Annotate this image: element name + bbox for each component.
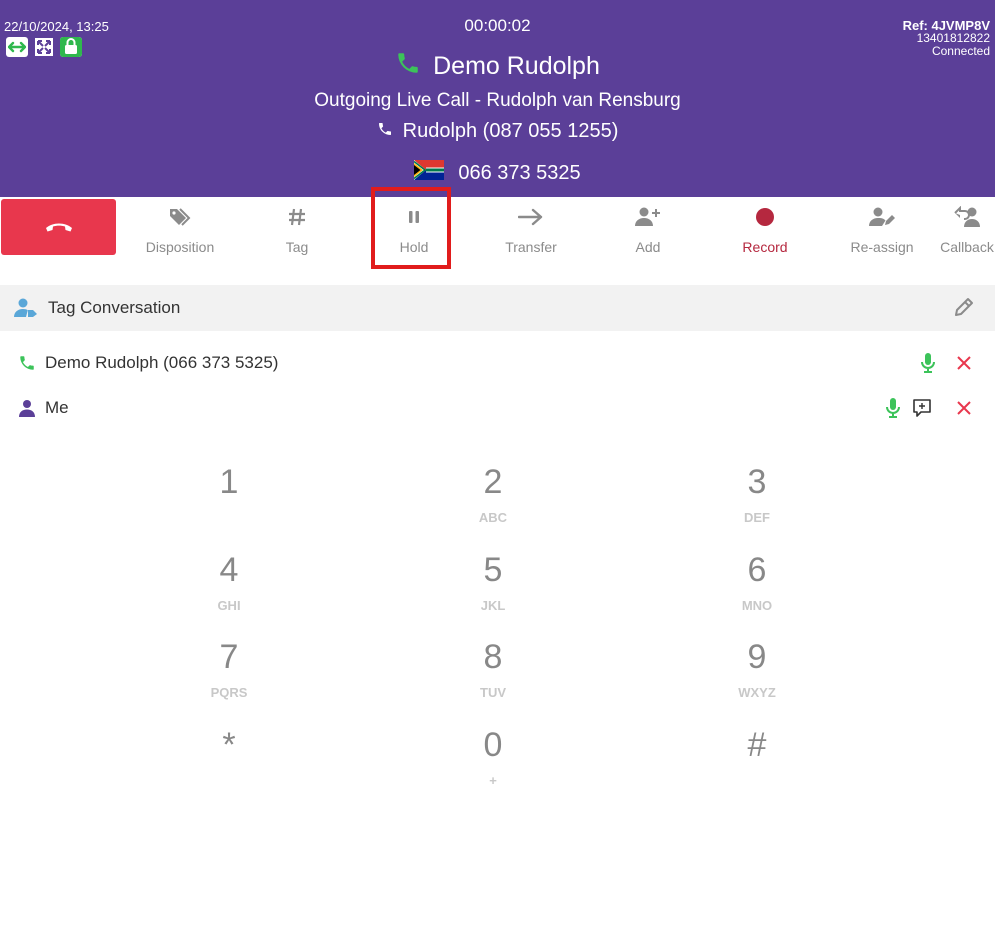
participant-name: Me [45, 398, 69, 417]
reassign-label: Re-assign [850, 239, 914, 255]
user-edit-icon [869, 205, 895, 229]
dialpad-key-4[interactable]: 4 GHI [97, 550, 361, 630]
hangup-button[interactable] [1, 199, 116, 255]
key-letters: PQRS [210, 685, 248, 700]
contact-name: Demo Rudolph [433, 52, 600, 80]
key-digit: 2 [483, 463, 503, 501]
phone-icon [377, 120, 393, 143]
key-letters: WXYZ [738, 685, 776, 700]
participant-name: Demo Rudolph (066 373 5325) [45, 353, 279, 372]
user-icon [17, 399, 37, 417]
whisper-icon[interactable] [911, 397, 933, 419]
outbound-line: Rudolph (087 055 1255) [0, 120, 995, 143]
south-africa-flag-icon [413, 160, 445, 186]
tag-label: Tag [285, 239, 309, 255]
call-description: Outgoing Live Call - Rudolph van Rensbur… [314, 90, 681, 111]
hold-label: Hold [399, 239, 429, 255]
pause-icon [407, 205, 421, 229]
key-digit: 6 [747, 551, 767, 589]
call-timer: 00:00:02 [464, 16, 531, 35]
key-digit: 1 [219, 463, 239, 501]
key-letters: DEF [744, 510, 770, 525]
participant-row: Me [0, 393, 995, 423]
dialpad-key-1[interactable]: 1 [97, 462, 361, 542]
dialpad-key-hash[interactable]: # [625, 725, 889, 805]
hold-button[interactable]: Hold [359, 197, 469, 267]
dialpad-key-9[interactable]: 9 WXYZ [625, 637, 889, 717]
call-toolbar: Disposition Tag Hold Transfer Add Record [0, 187, 995, 285]
hash-icon [288, 205, 306, 229]
add-button[interactable]: Add [593, 197, 703, 267]
key-digit: 8 [483, 638, 503, 676]
dialed-number-row: 066 373 5325 [0, 160, 995, 186]
tag-conversation-label: Tag Conversation [48, 298, 181, 317]
record-button[interactable]: Record [710, 197, 820, 267]
callback-label: Callback [940, 239, 994, 255]
pencil-icon[interactable] [953, 296, 975, 323]
remove-participant-icon[interactable] [953, 397, 975, 419]
tag-button[interactable]: Tag [242, 197, 352, 267]
callback-icon [954, 205, 980, 229]
tag-conversation-bar[interactable]: Tag Conversation [0, 285, 995, 331]
call-header: 22/10/2024, 13:25 00:00:02 Ref: 4JVMP8V … [0, 0, 995, 197]
add-label: Add [635, 239, 661, 255]
arrow-right-icon [518, 205, 544, 229]
dialpad-key-0[interactable]: 0 + [361, 725, 625, 805]
key-letters: ABC [478, 510, 508, 525]
key-digit: 3 [747, 463, 767, 501]
key-letters: MNO [741, 598, 773, 613]
disposition-label: Disposition [145, 239, 215, 255]
callback-button[interactable]: Callback [912, 197, 995, 267]
key-letters: JKL [480, 598, 506, 613]
dialpad-key-5[interactable]: 5 JKL [361, 550, 625, 630]
key-digit: 0 [483, 726, 503, 764]
key-digit: * [222, 726, 236, 764]
remove-participant-icon[interactable] [953, 352, 975, 374]
dialpad-key-8[interactable]: 8 TUV [361, 637, 625, 717]
record-label: Record [742, 239, 788, 255]
line-label: Rudolph (087 055 1255) [402, 120, 619, 142]
microphone-icon[interactable] [882, 397, 904, 419]
key-letters: + [489, 773, 497, 788]
key-digit: 4 [219, 551, 239, 589]
hangup-icon [45, 223, 72, 232]
dialed-number: 066 373 5325 [458, 161, 581, 184]
key-digit: 5 [483, 551, 503, 589]
phone-icon [395, 50, 421, 83]
key-letters: TUV [480, 685, 506, 700]
dialpad-key-3[interactable]: 3 DEF [625, 462, 889, 542]
dialpad-key-7[interactable]: 7 PQRS [97, 637, 361, 717]
participant-row: Demo Rudolph (066 373 5325) [0, 348, 995, 378]
phone-icon [17, 354, 37, 372]
dialpad-key-2[interactable]: 2 ABC [361, 462, 625, 542]
disposition-button[interactable]: Disposition [125, 197, 235, 267]
transfer-button[interactable]: Transfer [476, 197, 586, 267]
key-digit: 9 [747, 638, 767, 676]
key-letters: GHI [217, 598, 241, 613]
tag-icon [169, 205, 191, 229]
user-tag-icon [14, 298, 38, 318]
user-plus-icon [635, 205, 661, 229]
record-dot-icon [755, 205, 775, 229]
key-digit: 7 [219, 638, 239, 676]
dialpad-key-star[interactable]: * [97, 725, 361, 805]
transfer-label: Transfer [505, 239, 557, 255]
dialpad-key-6[interactable]: 6 MNO [625, 550, 889, 630]
contact-title: Demo Rudolph [0, 50, 995, 83]
key-digit: # [747, 726, 767, 764]
microphone-icon[interactable] [917, 352, 939, 374]
